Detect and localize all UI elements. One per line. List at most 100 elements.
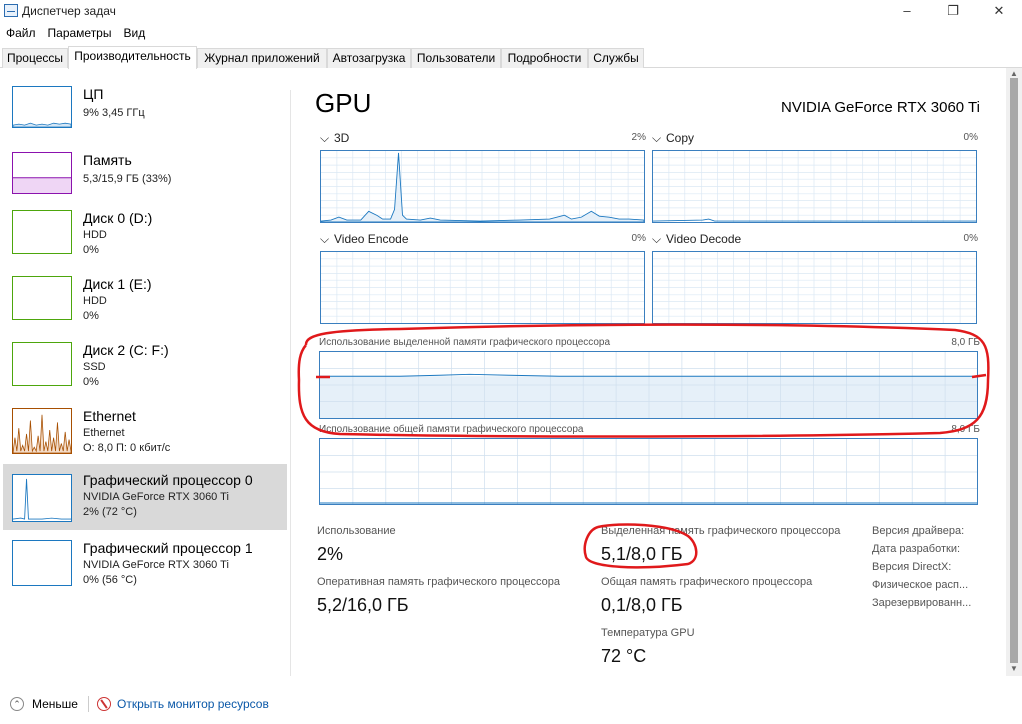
sidebar-item-detail: HDD [83,295,107,307]
tab-app-history[interactable]: Журнал приложений [197,48,327,68]
fewer-details-button[interactable]: Меньше [32,697,78,711]
sidebar-item-title: Ethernet [83,408,136,424]
gpu-ram-value: 5,2/16,0 ГБ [317,595,409,615]
physical-location-label: Физическое расп... [872,579,969,591]
menu-options[interactable]: Параметры [42,24,118,42]
engine-copy-label[interactable]: Copy [666,131,694,145]
engine-copy-graph [652,150,977,223]
scroll-up-icon[interactable]: ▲ [1010,69,1018,78]
task-manager-icon [4,4,18,17]
shared-memory-value: 0,1/8,0 ГБ [601,595,683,615]
menu-view[interactable]: Вид [117,24,151,42]
sidebar-item-title: Графический процессор 1 [83,540,253,556]
sidebar-item-memory[interactable]: Память 5,3/15,9 ГБ (33%) [3,148,287,212]
vertical-scrollbar[interactable]: ▲ ▼ [1006,68,1022,676]
gpu-0-thumbnail-graph [12,474,72,522]
close-button[interactable]: ✕ [976,0,1022,22]
menu-bar: Файл Параметры Вид [0,24,151,42]
sidebar-item-title: Память [83,152,132,168]
disk-1-thumbnail-graph [12,276,72,320]
disk-2-thumbnail-graph [12,342,72,386]
sidebar-item-usage: 0% [83,244,99,256]
engine-3d-label[interactable]: 3D [334,131,349,145]
scrollbar-thumb[interactable] [1010,78,1018,663]
engine-video-encode-chevron[interactable]: ⌵ [320,232,329,247]
scroll-down-icon[interactable]: ▼ [1010,664,1018,673]
engine-video-decode-percent: 0% [963,233,978,244]
dedicated-memory-graph-max: 8,0 ГБ [951,337,980,348]
tab-startup[interactable]: Автозагрузка [327,48,411,68]
usage-value: 2% [317,544,344,564]
sidebar-divider [290,90,291,676]
engine-copy-percent: 0% [963,132,978,143]
footer-separator [88,696,89,712]
minimize-button[interactable]: – [884,0,930,22]
sidebar-item-disk-2[interactable]: Диск 2 (C: F:) SSD 0% [3,338,287,402]
driver-date-label: Дата разработки: [872,543,961,555]
sidebar-item-detail: NVIDIA GeForce RTX 3060 Ti [83,491,229,503]
engine-video-decode-chevron[interactable]: ⌵ [652,232,661,247]
resource-sidebar: ЦП 9% 3,45 ГГц Память 5,3/15,9 ГБ (33%) … [0,68,290,676]
shared-memory-graph [319,438,978,505]
sidebar-item-detail: HDD [83,229,107,241]
page-title: GPU [315,88,372,118]
usage-label: Использование [317,525,396,537]
sidebar-item-disk-1[interactable]: Диск 1 (E:) HDD 0% [3,272,287,336]
tab-processes[interactable]: Процессы [2,48,68,68]
tab-details[interactable]: Подробности [501,48,588,68]
dedicated-memory-graph [319,351,978,419]
shared-memory-graph-max: 8,0 ГБ [951,424,980,435]
engine-video-encode-percent: 0% [631,233,646,244]
sidebar-item-gpu-0[interactable]: Графический процессор 0 NVIDIA GeForce R… [3,464,287,530]
gpu-ram-label: Оперативная память графического процессо… [317,576,561,588]
sidebar-item-title: Диск 0 (D:) [83,210,153,226]
directx-version-label: Версия DirectX: [872,561,952,573]
sidebar-item-usage: 0% [83,376,99,388]
open-resource-monitor-link[interactable]: Открыть монитор ресурсов [117,697,269,711]
memory-thumbnail-graph [12,152,72,194]
engine-video-encode-label[interactable]: Video Encode [334,232,409,246]
sidebar-item-detail: 5,3/15,9 ГБ (33%) [83,173,172,185]
shared-memory-label: Общая память графического процессора [601,576,813,588]
engine-video-encode-graph [320,251,645,324]
cpu-thumbnail-graph [12,86,72,128]
tab-users[interactable]: Пользователи [411,48,501,68]
sidebar-item-title: ЦП [83,86,104,102]
sidebar-item-detail: 9% 3,45 ГГц [83,107,145,119]
sidebar-item-usage: 0% [83,310,99,322]
sidebar-item-cpu[interactable]: ЦП 9% 3,45 ГГц [3,82,287,146]
chevron-up-icon[interactable]: ⌃ [10,697,24,711]
engine-video-decode-graph [652,251,977,324]
menu-file[interactable]: Файл [0,24,42,42]
sidebar-item-disk-0[interactable]: Диск 0 (D:) HDD 0% [3,206,287,270]
resource-monitor-icon[interactable] [97,697,111,711]
gpu-temperature-label: Температура GPU [601,627,695,639]
reserved-memory-label: Зарезервированн... [872,597,972,609]
engine-3d-percent: 2% [631,132,646,143]
tab-strip: Процессы Производительность Журнал прило… [0,46,1022,69]
engine-copy-chevron[interactable]: ⌵ [652,131,661,146]
engine-video-decode-label[interactable]: Video Decode [666,232,741,246]
sidebar-item-title: Графический процессор 0 [83,472,253,488]
dedicated-memory-value: 5,1/8,0 ГБ [601,544,683,564]
maximize-button[interactable]: ❐ [930,0,976,22]
shared-memory-graph-label: Использование общей памяти графического … [319,424,584,435]
title-bar: Диспетчер задач – ❐ ✕ [0,0,1022,22]
gpu-temperature-value: 72 °C [601,646,647,666]
disk-0-thumbnail-graph [12,210,72,254]
sidebar-item-usage: 2% (72 °C) [83,506,137,518]
tab-performance[interactable]: Производительность [68,46,197,69]
sidebar-item-ethernet[interactable]: Ethernet Ethernet О: 8,0 П: 0 кбит/с [3,404,287,468]
ethernet-thumbnail-graph [12,408,72,454]
sidebar-item-usage: 0% (56 °C) [83,574,137,586]
sidebar-item-gpu-1[interactable]: Графический процессор 1 NVIDIA GeForce R… [3,534,287,600]
sidebar-item-throughput: О: 8,0 П: 0 кбит/с [83,442,171,454]
dedicated-memory-label: Выделенная память графического процессор… [601,525,841,537]
tab-services[interactable]: Службы [588,48,644,68]
sidebar-item-title: Диск 2 (C: F:) [83,342,169,358]
dedicated-memory-graph-label: Использование выделенной памяти графичес… [319,337,611,348]
sidebar-item-title: Диск 1 (E:) [83,276,152,292]
task-manager-window: Диспетчер задач – ❐ ✕ Файл Параметры Вид… [0,0,1022,724]
engine-3d-chevron[interactable]: ⌵ [320,131,329,146]
driver-version-label: Версия драйвера: [872,525,965,537]
